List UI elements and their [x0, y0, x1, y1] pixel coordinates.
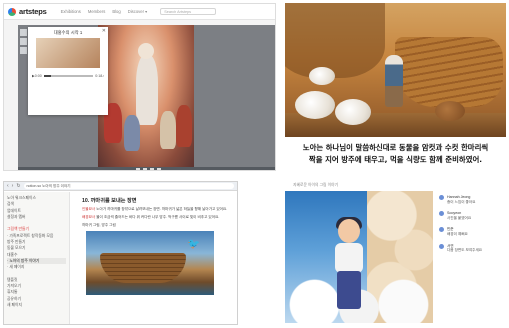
nav-discover[interactable]: Discover ▾: [128, 9, 148, 14]
audio-time-current: 0:00: [34, 74, 42, 78]
comment-text: Sooyeon 사진을 붙였어요: [447, 211, 471, 220]
paragraph: 배경묘사 물이 조금씩 줄어드는 바다 위 커다란 나무 방주. 먹구름 사이로…: [82, 215, 228, 220]
nav-members[interactable]: Members: [88, 9, 105, 14]
audio-time-total: 0:18: [95, 74, 103, 78]
artsteps-logo[interactable]: artsteps: [19, 7, 47, 16]
control-button[interactable]: [156, 168, 161, 170]
story-line: 노아는 하나님이 말씀하신대로 동물을 암컷과 수컷 한마리씩: [302, 143, 489, 152]
comment-body: 다음 장면도 보여주세요: [447, 248, 483, 253]
avatar[interactable]: [439, 211, 444, 217]
reload-icon[interactable]: ↻: [16, 183, 20, 189]
sidebar-item[interactable]: 새 페이지: [7, 302, 66, 308]
paper-art-illustration: [285, 191, 433, 323]
avatar[interactable]: [439, 227, 444, 233]
artsteps-header: artsteps Exhibitions Members Blog Discov…: [4, 4, 275, 20]
search-input[interactable]: Search Artsteps: [160, 8, 217, 15]
storybook-page: 노아는 하나님이 말씀하신대로 동물을 암컷과 수컷 한마리씩 짝을 지어 방주…: [285, 3, 506, 181]
volume-icon[interactable]: ♪: [102, 74, 104, 78]
exhibition-viewer[interactable]: 대홍수의 시작 1 ✕ ▶ 0:00 0:18 ♪: [18, 25, 275, 170]
audio-modal: 대홍수의 시작 1 ✕ ▶ 0:00 0:18 ♪: [28, 27, 108, 115]
page-content: 10. 까마귀를 보내는 장면 인물묘사 노아가 까마귀를 창밖으로 날려보내는…: [74, 194, 236, 324]
nav-blog[interactable]: Blog: [112, 9, 120, 14]
comment-text: Hannah Jeong 종이 느낌이 좋아요: [447, 195, 475, 204]
address-bar[interactable]: notion.so 노아의 방주 이야기: [23, 183, 234, 189]
sidebar: 노아 워크스페이스 검색 업데이트 설정과 멤버 그림책 만들기 · 가족프로젝트 창작동…: [4, 192, 70, 324]
story-line: 짝을 지어 방주에 태우고, 먹을 식량도 함께 준비하였어.: [308, 155, 483, 164]
artsteps-window: artsteps Exhibitions Members Blog Discov…: [3, 3, 276, 171]
page-header: 지혜로운 아이의 그림 이야기: [293, 183, 339, 187]
comment-item: 민준 배경이 예뻐요: [439, 227, 503, 236]
nav-exhibitions[interactable]: Exhibitions: [61, 9, 81, 14]
close-icon[interactable]: ✕: [102, 28, 106, 34]
paragraph-lead: 배경묘사: [82, 215, 96, 219]
comment-list: Hannah Jeong 종이 느낌이 좋아요 Sooyeon 사진을 붙였어요민준 배…: [439, 195, 503, 260]
modal-title: 대홍수의 시작 1: [53, 30, 83, 35]
back-icon[interactable]: ‹: [7, 183, 9, 189]
paragraph-text: 물이 조금씩 줄어드는 바다 위 커다란 나무 방주. 먹구름 사이로 빛이 비…: [96, 215, 220, 219]
story-caption: 노아는 하나님이 말씀하신대로 동물을 암컷과 수컷 한마리씩 짝을 지어 방주…: [285, 142, 506, 166]
paper-art-page: 지혜로운 아이의 그림 이야기 Hannah Jeong 종이 느낌이 좋아요 So…: [241, 181, 506, 325]
comment-item: Sooyeon 사진을 붙였어요: [439, 211, 503, 220]
comment-text: 서연 다음 장면도 보여주세요: [447, 244, 482, 253]
comment-body: 종이 느낌이 좋아요: [447, 199, 476, 204]
comment-item: 서연 다음 장면도 보여주세요: [439, 243, 503, 253]
comment-item: Hannah Jeong 종이 느낌이 좋아요: [439, 195, 503, 204]
ark-image: 🐦: [86, 231, 214, 295]
avatar[interactable]: [439, 243, 444, 249]
comment-body: 배경이 예뻐요: [447, 231, 468, 236]
comment-text: 민준 배경이 예뻐요: [447, 227, 468, 236]
audio-progress[interactable]: [43, 75, 94, 77]
paragraph-lead: 인물묘사: [82, 207, 96, 211]
notion-browser-window: ‹ › ↻ notion.so 노아의 방주 이야기 노아 워크스페이스 검색 업데…: [3, 181, 238, 325]
raven-icon: 🐦: [187, 239, 200, 250]
noah-ark-illustration: [285, 3, 506, 137]
artsteps-logo-icon[interactable]: [8, 7, 16, 16]
paragraph: 까마귀 그림, 방주 그림: [82, 223, 116, 227]
tool-tile[interactable]: [20, 47, 27, 54]
control-button[interactable]: [149, 168, 154, 170]
avatar[interactable]: [439, 195, 444, 200]
paragraph: 인물묘사 노아가 까마귀를 창밖으로 날려보내는 장면. 까마귀가 넓은 하늘을…: [82, 207, 228, 212]
page-title: 10. 까마귀를 보내는 장면: [82, 198, 137, 204]
artsteps-nav: Exhibitions Members Blog Discover ▾: [61, 9, 155, 14]
modal-thumbnail: [36, 38, 100, 68]
control-button[interactable]: [135, 168, 140, 170]
forward-icon[interactable]: ›: [12, 183, 14, 189]
paragraph-text: 노아가 까마귀를 창밖으로 날려보내는 장면. 까마귀가 넓은 하늘을 향해 날…: [96, 207, 228, 211]
tool-tile[interactable]: [20, 29, 27, 36]
audio-player: ▶ 0:00 0:18 ♪: [32, 73, 104, 79]
browser-toolbar: ‹ › ↻ notion.so 노아의 방주 이야기: [4, 182, 237, 191]
comment-body: 사진을 붙였어요: [447, 215, 472, 220]
viewer-tool-column: [20, 29, 28, 56]
tool-tile[interactable]: [20, 38, 27, 45]
exhibit-artwork[interactable]: [98, 25, 194, 167]
control-button[interactable]: [142, 168, 147, 170]
viewer-controls: [18, 167, 275, 170]
